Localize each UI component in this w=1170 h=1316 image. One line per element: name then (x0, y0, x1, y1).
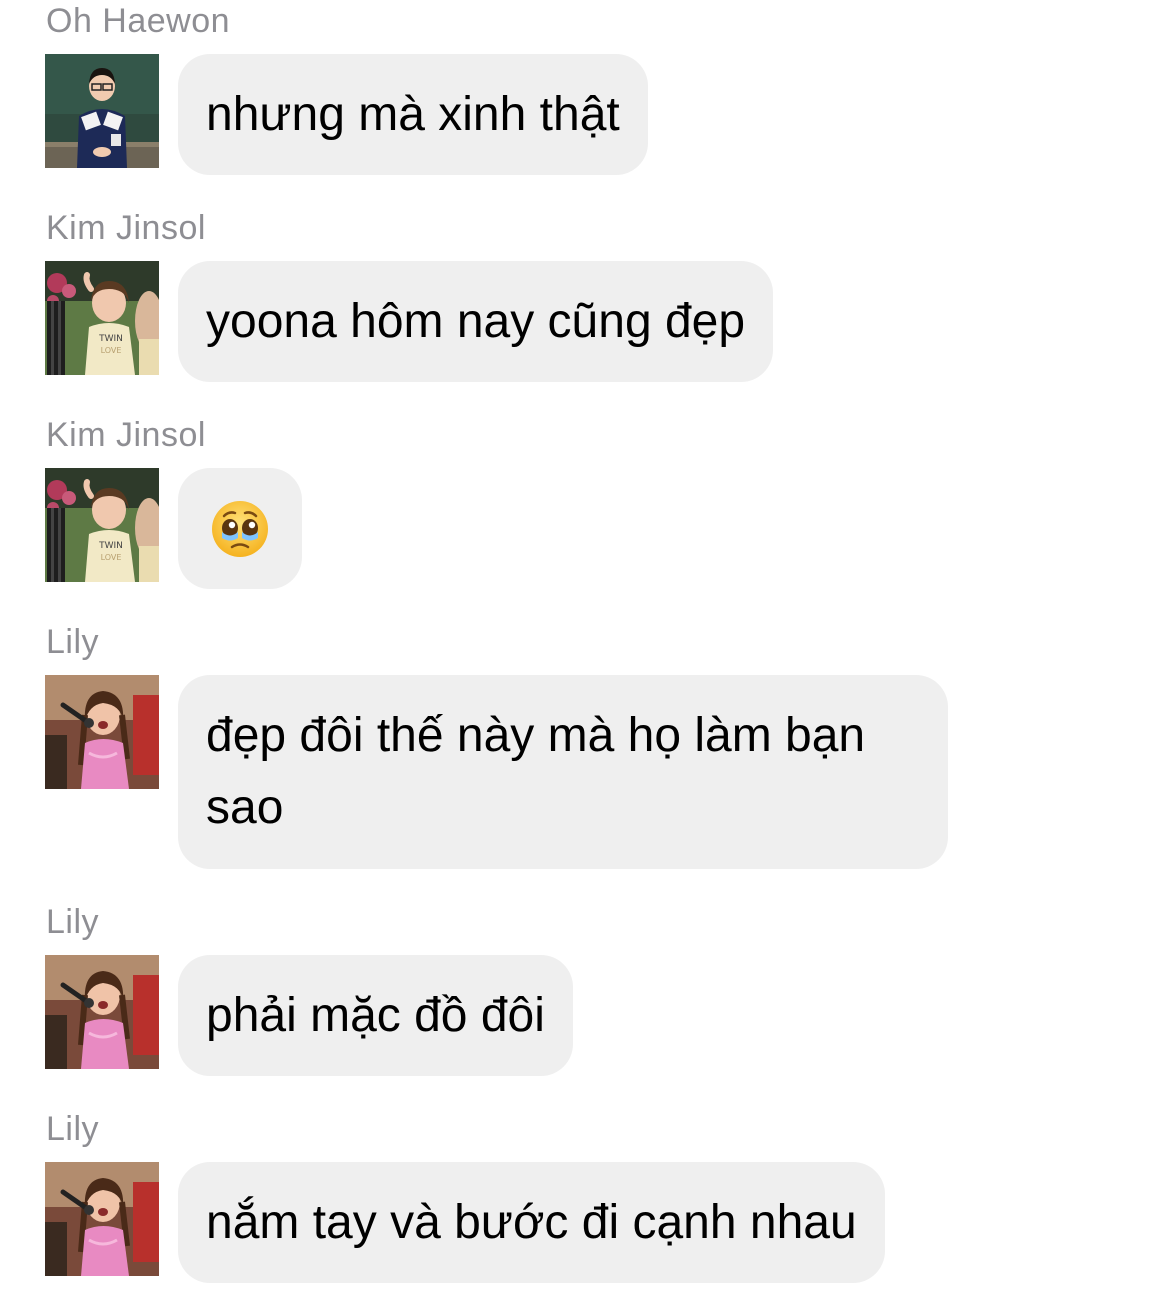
message-text: phải mặc đồ đôi (206, 989, 545, 1042)
message-bubble[interactable]: nhưng mà xinh thật (178, 54, 648, 175)
emoji-text: 🥹 (270, 499, 271, 500)
sender-name: Kim Jinsol (46, 209, 206, 247)
svg-text:LOVE: LOVE (101, 346, 122, 355)
svg-text:TWIN: TWIN (98, 334, 123, 344)
avatar[interactable]: TWIN LOVE (45, 261, 159, 375)
svg-text:TWIN: TWIN (98, 541, 123, 551)
message-bubble[interactable]: phải mặc đồ đôi (178, 955, 573, 1076)
message-bubble[interactable]: nắm tay và bước đi cạnh nhau (178, 1162, 885, 1283)
avatar[interactable] (45, 54, 159, 168)
chat-transcript: Oh Haewon nhưng mà xinh thật Kim Jinsol … (0, 0, 1170, 1316)
pleading-face-emoji-icon: 🥹 (210, 499, 270, 559)
sender-name: Lily (46, 903, 100, 941)
sender-name: Lily (46, 623, 100, 661)
avatar[interactable] (45, 675, 159, 789)
girl-garden-photo-icon: TWIN LOVE (45, 468, 159, 582)
sender-name: Kim Jinsol (46, 416, 206, 454)
girl-garden-photo-icon: TWIN LOVE (45, 261, 159, 375)
message-text: yoona hôm nay cũng đẹp (206, 295, 746, 348)
message-bubble[interactable]: 🥹 (178, 468, 302, 589)
sender-name: Oh Haewon (46, 2, 231, 40)
message-text: đẹp đôi thế này mà họ làm bạn sao (206, 709, 866, 834)
message-bubble[interactable]: yoona hôm nay cũng đẹp (178, 261, 774, 382)
message-text: nắm tay và bước đi cạnh nhau (206, 1196, 857, 1249)
girl-singing-photo-icon (45, 675, 159, 789)
sender-name: Lily (46, 1110, 100, 1148)
classroom-photo-icon (45, 54, 159, 168)
avatar[interactable] (45, 955, 159, 1069)
avatar[interactable] (45, 1162, 159, 1276)
avatar[interactable]: TWIN LOVE (45, 468, 159, 582)
girl-singing-photo-icon (45, 1162, 159, 1276)
message-text: nhưng mà xinh thật (206, 88, 620, 141)
message-bubble[interactable]: đẹp đôi thế này mà họ làm bạn sao (178, 675, 948, 869)
svg-text:LOVE: LOVE (101, 553, 122, 562)
girl-singing-photo-icon (45, 955, 159, 1069)
